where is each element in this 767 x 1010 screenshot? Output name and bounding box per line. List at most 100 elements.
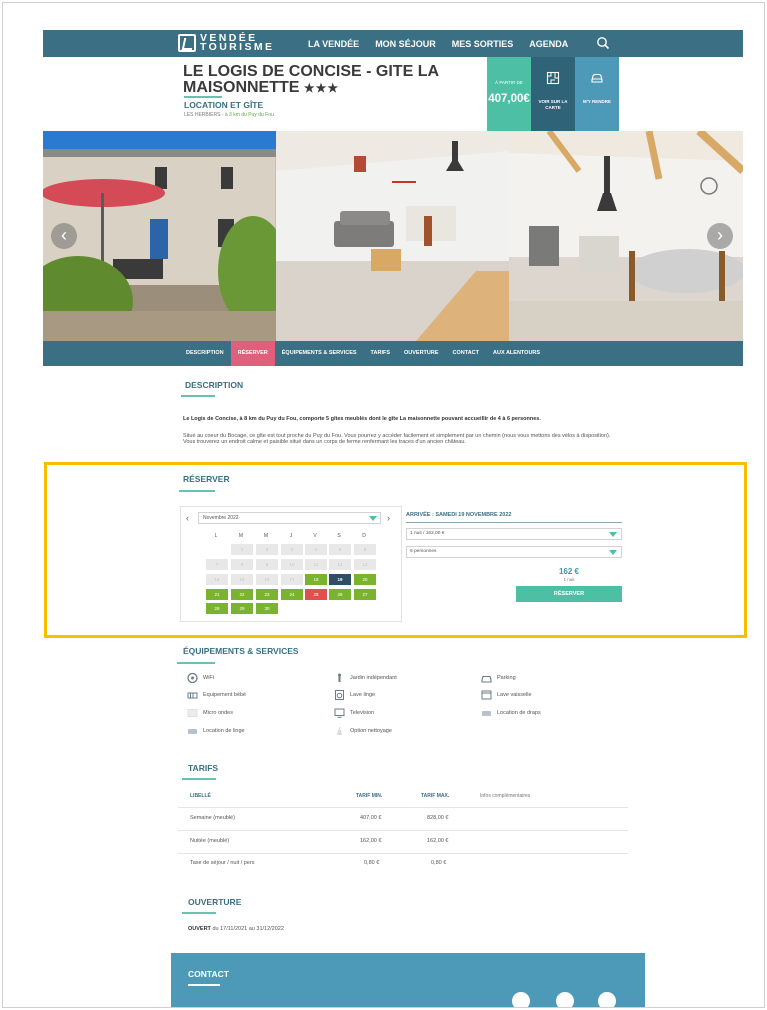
table-divider: [178, 853, 628, 854]
calendar-day[interactable]: 29: [231, 603, 253, 614]
table-cell: 407,00 €: [360, 815, 382, 821]
directions-label: M'Y RENDRE: [583, 99, 611, 104]
equipment-label: Location de linge: [203, 728, 245, 734]
gallery-prev-button[interactable]: ‹: [51, 223, 77, 249]
tab-aux-alentours[interactable]: AUX ALENTOURS: [486, 341, 547, 366]
calendar-day[interactable]: 24: [281, 589, 303, 600]
calendar-next-icon[interactable]: ›: [387, 513, 390, 523]
nav-item-mon-sejour[interactable]: MON SÉJOUR: [375, 39, 436, 49]
calendar-day[interactable]: 19: [329, 574, 351, 585]
garden-icon: [338, 673, 341, 682]
calendar-day[interactable]: 18: [305, 574, 327, 585]
ouverture-heading: OUVERTURE: [188, 897, 242, 907]
gallery-photo-kitchen[interactable]: ›: [509, 131, 743, 341]
tab-ouverture[interactable]: OUVERTURE: [397, 341, 446, 366]
description-heading: DESCRIPTION: [185, 380, 244, 390]
reserve-button[interactable]: RÉSERVER: [516, 586, 622, 602]
table-cell: 0,80 €: [364, 860, 380, 866]
gallery-next-button[interactable]: ›: [707, 223, 733, 249]
location-town: LES HERBIERS: [184, 112, 221, 118]
ouverture-underline: [182, 912, 216, 914]
description-paragraph-2: Vous trouverez un endroit calme et paisi…: [183, 439, 466, 446]
category-label: LOCATION ET GÎTE: [184, 100, 264, 110]
tab-reserver[interactable]: RÉSERVER: [230, 341, 275, 366]
nav-item-mes-sorties[interactable]: MES SORTIES: [452, 39, 514, 49]
price-label: À PARTIR DE: [495, 80, 523, 85]
section-tabs: DESCRIPTION RÉSERVER ÉQUIPEMENTS & SERVI…: [43, 341, 743, 366]
tarifs-col-infos: Infos complémentaires: [480, 793, 531, 799]
table-cell: Taxe de séjour / nuit / pers: [190, 860, 255, 866]
equipment-item: Option nettoyage: [334, 726, 392, 736]
persons-select[interactable]: 6 personnes: [406, 546, 622, 558]
calendar-day[interactable]: 28: [206, 603, 228, 614]
car-icon: [591, 73, 603, 83]
equipment-item: Parking: [481, 673, 516, 683]
phone-icon[interactable]: [512, 992, 530, 1007]
month-select[interactable]: Novembre 2022: [198, 512, 381, 524]
equipment-item: WiFi: [187, 673, 214, 683]
table-cell: 162,00 €: [427, 838, 449, 844]
vendee-tourisme-logo[interactable]: VENDÉE TOURISME: [178, 33, 275, 53]
tarifs-underline: [182, 778, 216, 780]
linen-icon: [188, 729, 197, 734]
equipment-item: Lave vaisselle: [481, 690, 532, 700]
weekday-label: J: [289, 533, 293, 539]
sheets-icon: [482, 711, 491, 716]
equipment-item: Lave linge: [334, 690, 375, 700]
calendar-day[interactable]: 23: [256, 589, 278, 600]
price-box: À PARTIR DE 407,00€: [487, 57, 531, 131]
contact-section: CONTACT: [171, 953, 645, 1007]
equipment-item: Equipement bébé: [187, 690, 246, 700]
weekday-label: S: [337, 533, 341, 539]
car-icon: [481, 675, 492, 683]
reserve-heading: RÉSERVER: [183, 474, 230, 484]
cleaning-icon: [337, 727, 342, 735]
calendar-day[interactable]: 30: [256, 603, 278, 614]
calendar-day: 2: [256, 544, 278, 555]
title-underline: [184, 96, 222, 98]
calendar-day: 8: [231, 559, 253, 570]
nav-item-agenda[interactable]: AGENDA: [529, 39, 568, 49]
microwave-icon: [187, 709, 198, 717]
tab-tarifs[interactable]: TARIFS: [364, 341, 397, 366]
total-nights: 1 nuit: [563, 577, 575, 582]
logo-line2: TOURISME: [200, 41, 275, 53]
persons-chevron-down-icon[interactable]: [609, 550, 617, 555]
description-underline: [181, 395, 215, 397]
table-cell: 0,80 €: [431, 860, 447, 866]
equipment-item: Location de linge: [187, 726, 245, 736]
directions-button[interactable]: M'Y RENDRE: [575, 57, 619, 131]
nights-chevron-down-icon[interactable]: [609, 532, 617, 537]
equipment-label: Equipement bébé: [203, 692, 247, 698]
calendar-day: 15: [231, 574, 253, 585]
tarifs-col-min: TARIF MIN.: [356, 793, 383, 799]
nav-item-la-vendee[interactable]: LA VENDÉE: [308, 39, 359, 49]
tab-description[interactable]: DESCRIPTION: [179, 341, 231, 366]
page-title: LE LOGIS DE CONCISE - GITE LA MAISONNETT…: [183, 64, 443, 96]
month-chevron-down-icon[interactable]: [369, 516, 377, 521]
table-cell: Nuitée (meublé): [190, 838, 230, 844]
gallery-photo-living-room[interactable]: [276, 131, 509, 341]
table-divider: [178, 830, 628, 831]
search-icon[interactable]: [596, 36, 610, 50]
calendar-day[interactable]: 27: [354, 589, 376, 600]
tab-equipements[interactable]: ÉQUIPEMENTS & SERVICES: [275, 341, 364, 366]
see-on-map-button[interactable]: VOIR SUR LA CARTE: [531, 57, 575, 131]
nights-select[interactable]: 1 nuit / 162,00 €: [406, 528, 622, 540]
calendar-day: 11: [305, 559, 327, 570]
calendar-day[interactable]: 20: [354, 574, 376, 585]
calendar-day[interactable]: 26: [329, 589, 351, 600]
email-icon[interactable]: [556, 992, 574, 1007]
exterior-illustration: [43, 149, 276, 341]
equipment-label: Option nettoyage: [350, 728, 392, 734]
calendar-prev-icon[interactable]: ‹: [186, 513, 189, 523]
calendar-day[interactable]: 21: [206, 589, 228, 600]
calendar-day[interactable]: 22: [231, 589, 253, 600]
see-on-map-label: VOIR SUR LA CARTE: [538, 99, 568, 110]
tab-contact[interactable]: CONTACT: [446, 341, 486, 366]
website-icon[interactable]: [598, 992, 616, 1007]
description-lead: Le Logis de Concise, à 8 km du Puy du Fo…: [183, 416, 541, 422]
dishwasher-icon: [481, 690, 492, 700]
calendar-day[interactable]: 25: [305, 589, 327, 600]
gallery-photo-exterior[interactable]: ‹: [43, 131, 276, 341]
